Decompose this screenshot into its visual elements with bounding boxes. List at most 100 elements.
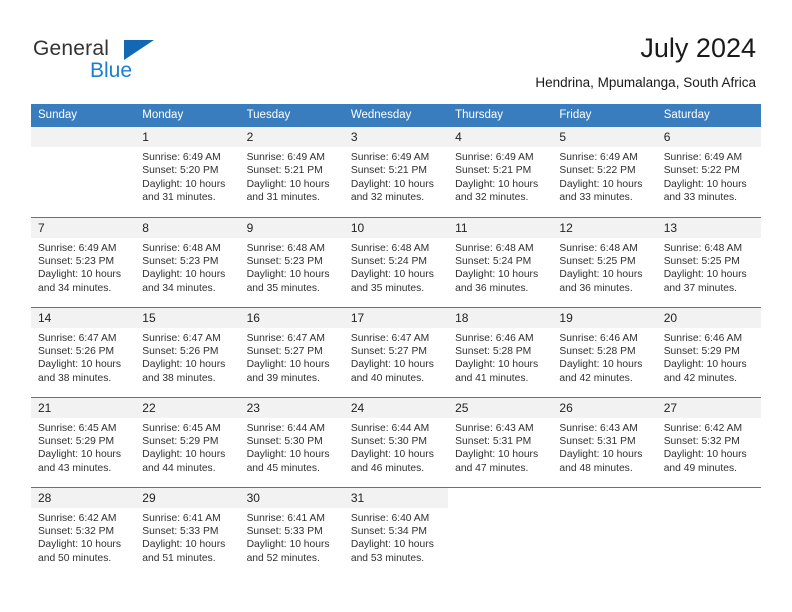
day-info: Sunrise: 6:42 AM Sunset: 5:32 PM Dayligh… — [657, 418, 761, 476]
sunset-text: Sunset: 5:21 PM — [246, 165, 323, 177]
weekday-header-thursday: Thursday — [448, 104, 553, 127]
sunrise-text: Sunrise: 6:49 AM — [38, 242, 117, 254]
daylight-text-line2: and 51 minutes. — [142, 552, 216, 564]
day-cell-7[interactable]: 7 Sunrise: 6:49 AM Sunset: 5:23 PM Dayli… — [31, 216, 136, 307]
day-cell-6[interactable]: 6 Sunrise: 6:49 AM Sunset: 5:22 PM Dayli… — [656, 127, 761, 217]
day-cell-16[interactable]: 16 Sunrise: 6:47 AM Sunset: 5:27 PM Dayl… — [239, 306, 344, 397]
daylight-text-line2: and 47 minutes. — [455, 462, 529, 474]
general-blue-logo[interactable]: General Blue — [33, 37, 213, 83]
day-cell-29[interactable]: 29 Sunrise: 6:41 AM Sunset: 5:33 PM Dayl… — [135, 486, 240, 577]
calendar-page: General Blue July 2024 Hendrina, Mpumala… — [0, 0, 792, 612]
daylight-text-line2: and 31 minutes. — [142, 192, 216, 204]
page-subtitle: Hendrina, Mpumalanga, South Africa — [535, 75, 756, 90]
day-cell-11[interactable]: 11 Sunrise: 6:48 AM Sunset: 5:24 PM Dayl… — [448, 216, 553, 307]
day-cell-26[interactable]: 26 Sunrise: 6:43 AM Sunset: 5:31 PM Dayl… — [552, 396, 657, 487]
day-cell-31[interactable]: 31 Sunrise: 6:40 AM Sunset: 5:34 PM Dayl… — [343, 486, 449, 577]
calendar-week-4: 21 Sunrise: 6:45 AM Sunset: 5:29 PM Dayl… — [31, 396, 761, 487]
day-cell-18[interactable]: 18 Sunrise: 6:46 AM Sunset: 5:28 PM Dayl… — [448, 306, 553, 397]
sunset-text: Sunset: 5:26 PM — [38, 345, 115, 357]
daylight-text-line2: and 33 minutes. — [663, 192, 737, 204]
daylight-text-line1: Daylight: 10 hours — [246, 359, 330, 371]
daylight-text-line1: Daylight: 10 hours — [455, 269, 539, 281]
day-number: 28 — [31, 487, 136, 508]
sunset-text: Sunset: 5:33 PM — [246, 525, 323, 537]
day-info: Sunrise: 6:44 AM Sunset: 5:30 PM Dayligh… — [240, 418, 344, 476]
daylight-text-line2: and 53 minutes. — [350, 552, 425, 564]
day-cell-4[interactable]: 4 Sunrise: 6:49 AM Sunset: 5:21 PM Dayli… — [448, 127, 553, 217]
sunrise-text: Sunrise: 6:49 AM — [246, 152, 325, 163]
day-number: 24 — [343, 397, 449, 418]
daylight-text-line2: and 37 minutes. — [663, 282, 737, 294]
daylight-text-line1: Daylight: 10 hours — [142, 269, 226, 281]
day-cell-20[interactable]: 20 Sunrise: 6:46 AM Sunset: 5:29 PM Dayl… — [656, 306, 761, 397]
daylight-text-line1: Daylight: 10 hours — [246, 178, 330, 190]
day-number: 15 — [135, 307, 240, 328]
day-cell-8[interactable]: 8 Sunrise: 6:48 AM Sunset: 5:23 PM Dayli… — [135, 216, 240, 307]
daylight-text-line2: and 39 minutes. — [246, 372, 320, 384]
day-info: Sunrise: 6:49 AM Sunset: 5:21 PM Dayligh… — [240, 147, 344, 205]
day-number: 17 — [343, 307, 449, 328]
daylight-text-line1: Daylight: 10 hours — [246, 269, 330, 281]
day-info: Sunrise: 6:46 AM Sunset: 5:28 PM Dayligh… — [552, 328, 656, 386]
daylight-text-line1: Daylight: 10 hours — [350, 269, 434, 281]
day-info: Sunrise: 6:49 AM Sunset: 5:20 PM Dayligh… — [135, 147, 239, 205]
sunrise-text: Sunrise: 6:47 AM — [38, 332, 117, 344]
day-info: Sunrise: 6:44 AM Sunset: 5:30 PM Dayligh… — [344, 418, 448, 476]
sunrise-text: Sunrise: 6:45 AM — [38, 422, 117, 434]
daylight-text-line2: and 40 minutes. — [350, 372, 425, 384]
day-cell-17[interactable]: 17 Sunrise: 6:47 AM Sunset: 5:27 PM Dayl… — [343, 306, 449, 397]
day-cell-30[interactable]: 30 Sunrise: 6:41 AM Sunset: 5:33 PM Dayl… — [239, 486, 344, 577]
page-header: General Blue July 2024 Hendrina, Mpumala… — [0, 0, 792, 96]
sunset-text: Sunset: 5:31 PM — [559, 435, 636, 447]
daylight-text-line1: Daylight: 10 hours — [350, 178, 434, 190]
daylight-text-line1: Daylight: 10 hours — [38, 539, 121, 551]
day-cell-13[interactable]: 13 Sunrise: 6:48 AM Sunset: 5:25 PM Dayl… — [656, 216, 761, 307]
daylight-text-line1: Daylight: 10 hours — [663, 449, 747, 461]
daylight-text-line2: and 34 minutes. — [38, 282, 112, 294]
daylight-text-line1: Daylight: 10 hours — [38, 359, 121, 371]
sunset-text: Sunset: 5:23 PM — [246, 255, 323, 267]
day-cell-21[interactable]: 21 Sunrise: 6:45 AM Sunset: 5:29 PM Dayl… — [31, 396, 136, 487]
daylight-text-line2: and 44 minutes. — [142, 462, 216, 474]
day-cell-1[interactable]: 1 Sunrise: 6:49 AM Sunset: 5:20 PM Dayli… — [135, 127, 240, 217]
sunrise-text: Sunrise: 6:49 AM — [455, 152, 534, 163]
logo-text-blue: Blue — [90, 59, 133, 82]
sunrise-text: Sunrise: 6:44 AM — [246, 422, 325, 434]
day-number: 31 — [343, 487, 449, 508]
day-number: 5 — [552, 127, 657, 147]
triangle-icon — [124, 40, 154, 60]
daylight-text-line2: and 52 minutes. — [246, 552, 320, 564]
daylight-text-line2: and 46 minutes. — [350, 462, 425, 474]
day-number: 4 — [448, 127, 553, 147]
day-cell-25[interactable]: 25 Sunrise: 6:43 AM Sunset: 5:31 PM Dayl… — [448, 396, 553, 487]
daylight-text-line1: Daylight: 10 hours — [350, 449, 434, 461]
day-cell-9[interactable]: 9 Sunrise: 6:48 AM Sunset: 5:23 PM Dayli… — [239, 216, 344, 307]
day-cell-24[interactable]: 24 Sunrise: 6:44 AM Sunset: 5:30 PM Dayl… — [343, 396, 449, 487]
day-cell-23[interactable]: 23 Sunrise: 6:44 AM Sunset: 5:30 PM Dayl… — [239, 396, 344, 487]
logo-text-general: General — [33, 37, 110, 60]
day-number-empty — [31, 127, 136, 147]
day-cell-5[interactable]: 5 Sunrise: 6:49 AM Sunset: 5:22 PM Dayli… — [552, 127, 657, 217]
day-cell-2[interactable]: 2 Sunrise: 6:49 AM Sunset: 5:21 PM Dayli… — [239, 127, 344, 217]
sunset-text: Sunset: 5:25 PM — [663, 255, 740, 267]
day-cell-15[interactable]: 15 Sunrise: 6:47 AM Sunset: 5:26 PM Dayl… — [135, 306, 240, 397]
sunrise-text: Sunrise: 6:46 AM — [559, 332, 638, 344]
day-cell-14[interactable]: 14 Sunrise: 6:47 AM Sunset: 5:26 PM Dayl… — [31, 306, 136, 397]
daylight-text-line2: and 43 minutes. — [38, 462, 112, 474]
day-cell-10[interactable]: 10 Sunrise: 6:48 AM Sunset: 5:24 PM Dayl… — [343, 216, 449, 307]
sunset-text: Sunset: 5:20 PM — [142, 165, 219, 177]
day-cell-19[interactable]: 19 Sunrise: 6:46 AM Sunset: 5:28 PM Dayl… — [552, 306, 657, 397]
day-cell-3[interactable]: 3 Sunrise: 6:49 AM Sunset: 5:21 PM Dayli… — [343, 127, 449, 217]
weekday-header-saturday: Saturday — [656, 104, 761, 127]
day-cell-12[interactable]: 12 Sunrise: 6:48 AM Sunset: 5:25 PM Dayl… — [552, 216, 657, 307]
daylight-text-line1: Daylight: 10 hours — [142, 359, 226, 371]
day-number: 30 — [239, 487, 344, 508]
day-cell-28[interactable]: 28 Sunrise: 6:42 AM Sunset: 5:32 PM Dayl… — [31, 486, 136, 577]
sunset-text: Sunset: 5:27 PM — [246, 345, 323, 357]
sunrise-text: Sunrise: 6:48 AM — [142, 242, 221, 254]
day-cell-empty — [552, 486, 657, 577]
day-cell-22[interactable]: 22 Sunrise: 6:45 AM Sunset: 5:29 PM Dayl… — [135, 396, 240, 487]
sunset-text: Sunset: 5:32 PM — [663, 435, 740, 447]
day-info: Sunrise: 6:46 AM Sunset: 5:29 PM Dayligh… — [657, 328, 761, 386]
day-cell-27[interactable]: 27 Sunrise: 6:42 AM Sunset: 5:32 PM Dayl… — [656, 396, 761, 487]
